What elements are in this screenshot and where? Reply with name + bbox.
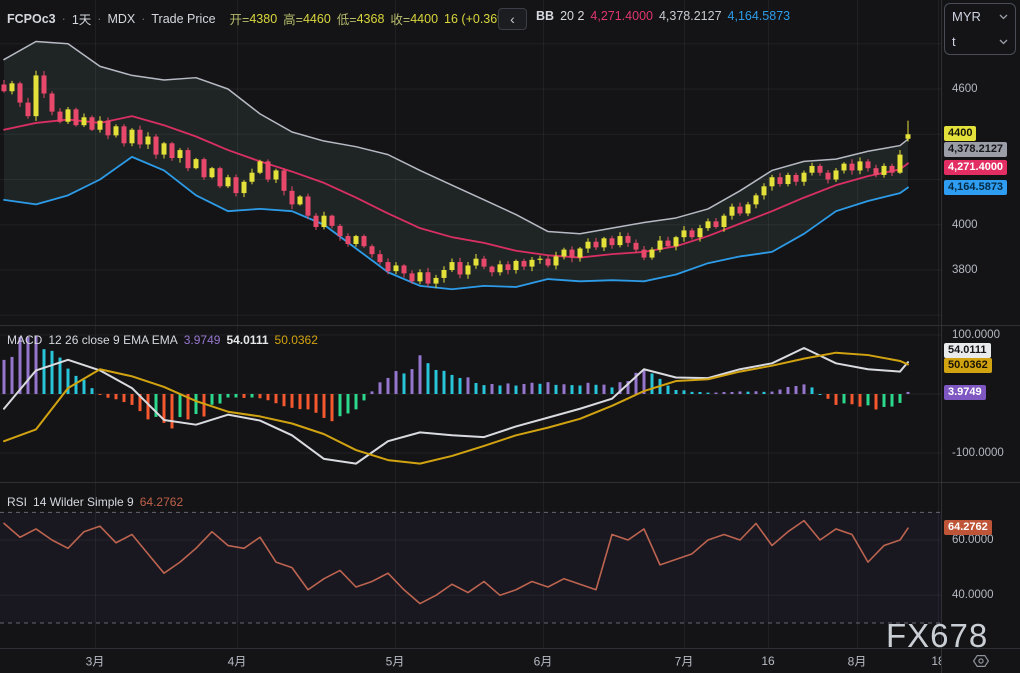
price-source-label: Trade Price <box>151 12 215 26</box>
axis-badge-macd_line: 54.0111 <box>944 343 991 358</box>
trading-chart-app: FCPOc3 · 1天 · MDX · Trade Price 开=4380 高… <box>0 0 1020 673</box>
open-label: 开= <box>230 9 250 28</box>
time-label: 4月 <box>228 652 247 669</box>
time-label: 3月 <box>86 652 105 669</box>
macd-params: 12 26 close 9 EMA EMA <box>48 333 177 347</box>
time-label: 5月 <box>386 652 405 669</box>
axis-label: 4600 <box>952 83 978 95</box>
currency-dropdown[interactable]: MYR <box>945 4 1015 29</box>
rsi-value: 64.2762 <box>140 495 183 509</box>
unit-value: t <box>952 34 956 49</box>
collapse-chevron-icon: ‹ <box>510 11 515 27</box>
chevron-down-icon <box>999 14 1008 20</box>
rsi-params: 14 Wilder Simple 9 <box>33 495 134 509</box>
macd-line-value: 54.0111 <box>226 333 268 347</box>
interval-label[interactable]: 1天 <box>72 9 91 28</box>
bb-basis-value: 4,271.4000 <box>590 9 653 23</box>
time-axis-border <box>0 648 1020 649</box>
bb-params: 20 2 <box>560 9 584 23</box>
price-axis-pane[interactable]: 4600 4000 3800 100.0000 -100.0000 60.0000 40.0… <box>941 0 1020 673</box>
time-label: 8月 <box>848 652 867 669</box>
close-label: 收= <box>390 9 410 28</box>
axis-badge-bb_basis: 4,271.4000 <box>944 160 1007 175</box>
axis-badge-macd_signal: 50.0362 <box>944 358 992 373</box>
separator: · <box>141 12 145 26</box>
panel-divider[interactable] <box>0 482 1020 483</box>
axis-badge-rsi: 64.2762 <box>944 520 992 535</box>
open-value: 4380 <box>249 12 277 26</box>
macd-hist-value: 3.9749 <box>184 333 221 347</box>
axis-label: 60.0000 <box>952 534 994 546</box>
axis-label: 4000 <box>952 219 978 231</box>
separator: · <box>62 12 66 26</box>
symbol-header: FCPOc3 · 1天 · MDX · Trade Price 开=4380 高… <box>7 9 513 28</box>
bb-indicator-row: BB 20 2 4,271.4000 4,378.2127 4,164.5873 <box>536 9 790 23</box>
time-label: 16 <box>761 654 774 668</box>
low-label: 低= <box>337 9 357 28</box>
symbol-name: FCPOc3 <box>7 12 56 26</box>
axis-label: -100.0000 <box>952 447 1004 459</box>
collapse-button[interactable]: ‹ <box>498 8 527 30</box>
chart-canvas[interactable] <box>0 0 941 648</box>
chevron-down-icon <box>999 39 1008 45</box>
axis-badge-last: 4400 <box>944 126 976 141</box>
time-label: 6月 <box>534 652 553 669</box>
time-label: 7月 <box>675 652 694 669</box>
currency-value: MYR <box>952 9 981 24</box>
exchange-label: MDX <box>107 12 135 26</box>
bb-lower-value: 4,164.5873 <box>728 9 791 23</box>
watermark: FX678 <box>886 617 988 655</box>
axis-badge-macd_hist: 3.9749 <box>944 385 986 400</box>
axis-label: 3800 <box>952 264 978 276</box>
high-value: 4460 <box>303 12 331 26</box>
rsi-name[interactable]: RSI <box>7 495 27 509</box>
macd-indicator-row: MACD 12 26 close 9 EMA EMA 3.9749 54.011… <box>7 333 318 347</box>
rsi-band-fill <box>0 512 941 623</box>
axis-unit-controls: MYR t <box>944 3 1016 55</box>
low-value: 4368 <box>357 12 385 26</box>
macd-name[interactable]: MACD <box>7 333 42 347</box>
high-label: 高= <box>283 9 303 28</box>
axis-label: 100.0000 <box>952 329 1000 341</box>
macd-signal-value: 50.0362 <box>275 333 318 347</box>
axis-label: 40.0000 <box>952 589 994 601</box>
panel-divider[interactable] <box>0 325 1020 326</box>
rsi-indicator-row: RSI 14 Wilder Simple 9 64.2762 <box>7 495 183 509</box>
axis-badge-bb_lower: 4,164.5873 <box>944 180 1007 195</box>
time-axis[interactable]: 3月4月5月6月7月168月18 <box>0 648 941 673</box>
bb-upper-value: 4,378.2127 <box>659 9 722 23</box>
unit-dropdown[interactable]: t <box>945 29 1015 54</box>
axis-badge-bb_upper: 4,378.2127 <box>944 142 1007 157</box>
separator: · <box>97 12 101 26</box>
bb-name[interactable]: BB <box>536 9 554 23</box>
close-value: 4400 <box>410 12 438 26</box>
macd-histogram <box>3 336 910 429</box>
